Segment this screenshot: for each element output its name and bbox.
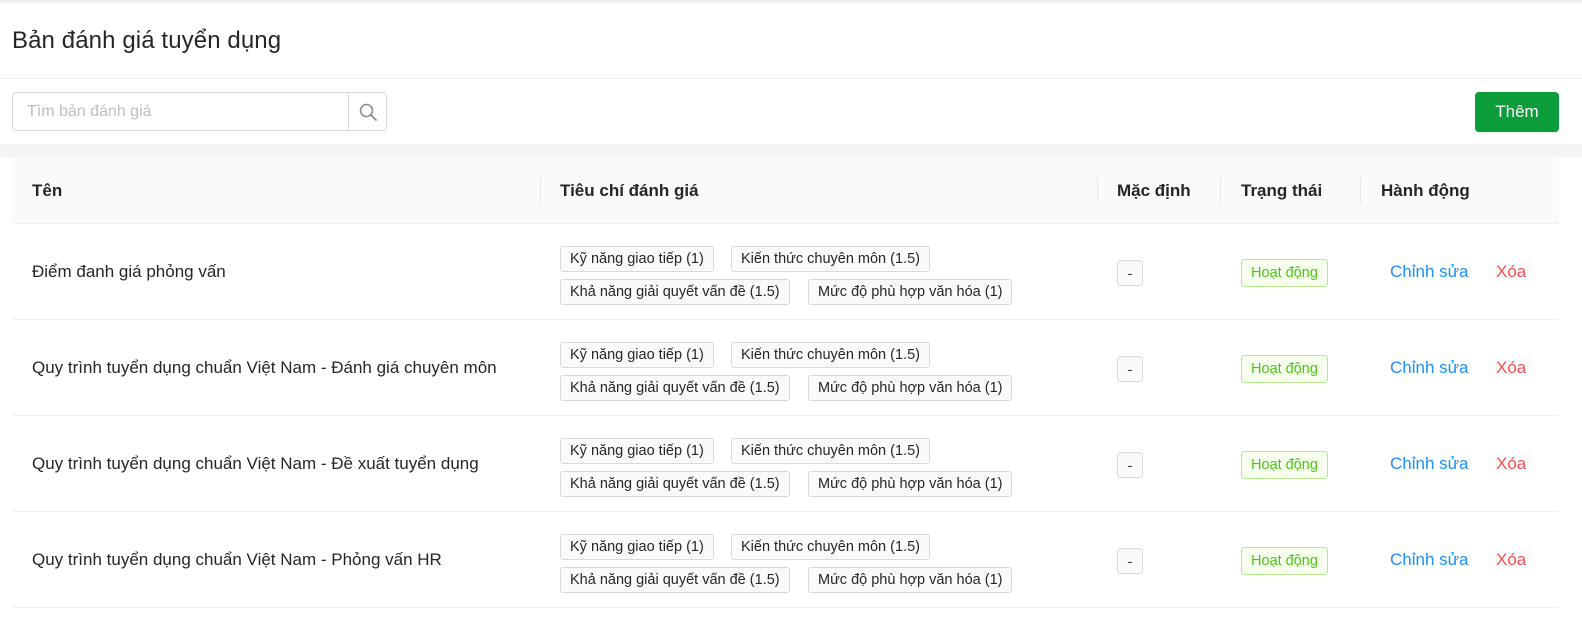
column-header-name: Tên	[32, 181, 63, 200]
criteria-tag: Kiến thức chuyên môn (1.5)	[731, 246, 930, 272]
criteria-tag: Kiến thức chuyên môn (1.5)	[731, 342, 930, 368]
criteria-tag: Kỹ năng giao tiếp (1)	[560, 438, 714, 464]
criteria-tag: Mức độ phù hợp văn hóa (1)	[808, 375, 1013, 401]
criteria-tag: Khả năng giải quyết vấn đề (1.5)	[560, 471, 790, 497]
evaluation-name: Quy trình tuyển dụng chuẩn Việt Nam - Đá…	[32, 358, 497, 377]
search-button[interactable]	[348, 92, 387, 131]
criteria-tag: Mức độ phù hợp văn hóa (1)	[808, 567, 1013, 593]
criteria-tag: Kỹ năng giao tiếp (1)	[560, 342, 714, 368]
delete-link[interactable]: Xóa	[1496, 416, 1526, 512]
column-header-criteria: Tiêu chí đánh giá	[560, 181, 699, 200]
table-row: Quy trình tuyển dụng chuẩn Việt Nam - Đề…	[12, 416, 1559, 512]
default-indicator: -	[1117, 452, 1143, 478]
search-box	[12, 92, 387, 131]
search-icon	[359, 103, 377, 121]
add-button[interactable]: Thêm	[1475, 92, 1559, 132]
column-header-status: Trạng thái	[1241, 181, 1323, 200]
delete-link[interactable]: Xóa	[1496, 224, 1526, 320]
status-badge: Hoạt động	[1241, 355, 1328, 383]
status-badge: Hoạt động	[1241, 451, 1328, 479]
column-divider	[540, 177, 541, 203]
criteria-tag: Khả năng giải quyết vấn đề (1.5)	[560, 567, 790, 593]
evaluation-table: Tên Tiêu chí đánh giá Mặc định Trạng thá…	[12, 157, 1559, 608]
toolbar: Thêm	[0, 80, 1582, 144]
criteria-tag: Khả năng giải quyết vấn đề (1.5)	[560, 279, 790, 305]
status-badge: Hoạt động	[1241, 547, 1328, 575]
content-gap	[0, 144, 1582, 157]
column-divider	[1097, 177, 1098, 203]
default-indicator: -	[1117, 548, 1143, 574]
criteria-tag: Kỹ năng giao tiếp (1)	[560, 534, 714, 560]
evaluation-name: Quy trình tuyển dụng chuẩn Việt Nam - Ph…	[32, 550, 442, 569]
page-title: Bản đánh giá tuyển dụng	[12, 27, 282, 54]
table-row: Quy trình tuyển dụng chuẩn Việt Nam - Đá…	[12, 320, 1559, 416]
table-header: Tên Tiêu chí đánh giá Mặc định Trạng thá…	[12, 157, 1559, 224]
column-divider	[1360, 177, 1361, 203]
criteria-tag: Kiến thức chuyên môn (1.5)	[731, 534, 930, 560]
edit-link[interactable]: Chỉnh sửa	[1390, 320, 1468, 416]
evaluation-name: Điểm đanh giá phỏng vấn	[32, 262, 226, 281]
evaluation-name: Quy trình tuyển dụng chuẩn Việt Nam - Đề…	[32, 454, 479, 473]
status-badge: Hoạt động	[1241, 259, 1328, 287]
criteria-tag: Kiến thức chuyên môn (1.5)	[731, 438, 930, 464]
edit-link[interactable]: Chỉnh sửa	[1390, 224, 1468, 320]
criteria-tag: Kỹ năng giao tiếp (1)	[560, 246, 714, 272]
edit-link[interactable]: Chỉnh sửa	[1390, 416, 1468, 512]
delete-link[interactable]: Xóa	[1496, 320, 1526, 416]
column-divider	[1220, 177, 1221, 203]
page-header: Bản đánh giá tuyển dụng	[0, 3, 1582, 79]
criteria-tag: Mức độ phù hợp văn hóa (1)	[808, 279, 1013, 305]
criteria-tag: Khả năng giải quyết vấn đề (1.5)	[560, 375, 790, 401]
search-input[interactable]	[12, 92, 348, 131]
criteria-tag: Mức độ phù hợp văn hóa (1)	[808, 471, 1013, 497]
table-row: Quy trình tuyển dụng chuẩn Việt Nam - Ph…	[12, 512, 1559, 608]
column-header-actions: Hành động	[1381, 181, 1470, 200]
edit-link[interactable]: Chỉnh sửa	[1390, 512, 1468, 608]
delete-link[interactable]: Xóa	[1496, 512, 1526, 608]
column-header-default: Mặc định	[1117, 181, 1191, 200]
default-indicator: -	[1117, 356, 1143, 382]
default-indicator: -	[1117, 260, 1143, 286]
table-row: Điểm đanh giá phỏng vấn Kỹ năng giao tiế…	[12, 224, 1559, 320]
